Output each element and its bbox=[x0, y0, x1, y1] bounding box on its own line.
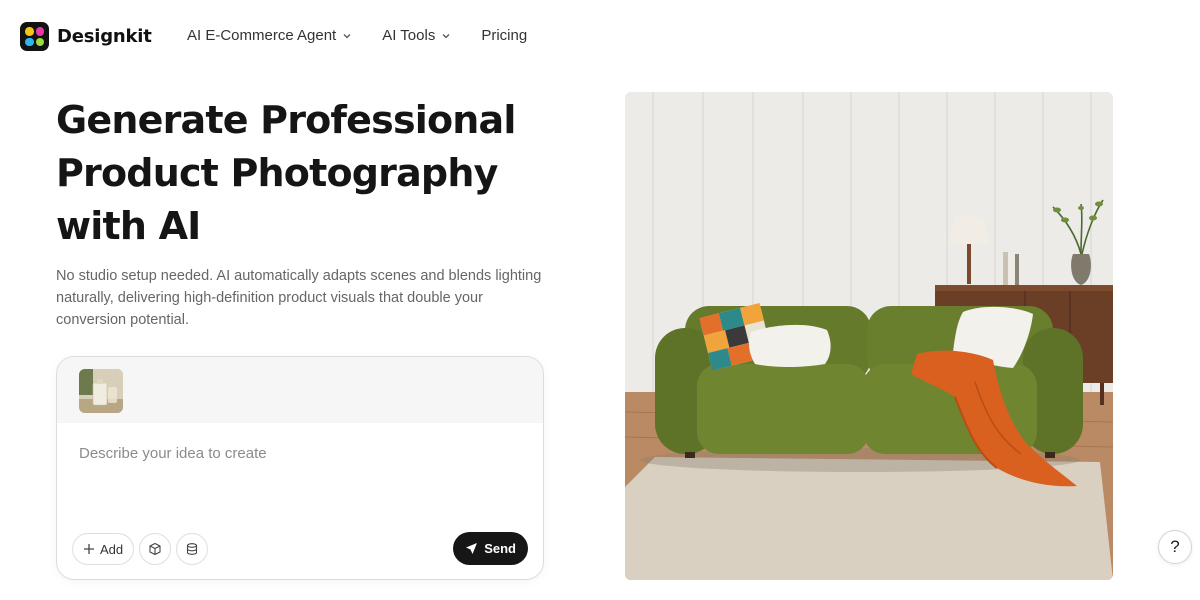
prompt-input[interactable] bbox=[79, 445, 519, 462]
send-icon bbox=[466, 543, 478, 554]
nav-label: AI Tools bbox=[382, 27, 436, 44]
product-thumbnail-image bbox=[79, 369, 123, 413]
attachment-area bbox=[57, 357, 543, 423]
3d-model-button[interactable] bbox=[139, 533, 172, 565]
layers-button[interactable] bbox=[176, 533, 209, 565]
brand-logo[interactable]: Designkit bbox=[20, 22, 152, 51]
hero-product-image bbox=[625, 92, 1113, 580]
help-label: ? bbox=[1170, 537, 1180, 556]
nav-label: AI E-Commerce Agent bbox=[187, 27, 337, 44]
title-line: Product Photography bbox=[56, 151, 498, 195]
logo-icon bbox=[20, 22, 49, 51]
chevron-down-icon bbox=[442, 33, 450, 38]
title-line: Generate Professional bbox=[56, 98, 516, 142]
title-line: with AI bbox=[56, 204, 201, 248]
prompt-toolbar: Add bbox=[72, 533, 209, 565]
help-button[interactable]: ? bbox=[1158, 530, 1192, 564]
send-button[interactable]: Send bbox=[453, 532, 528, 565]
nav-item-ai-tools[interactable]: AI Tools bbox=[382, 27, 451, 44]
hero-subtitle: No studio setup needed. AI automatically… bbox=[56, 268, 542, 328]
chevron-down-icon bbox=[343, 33, 351, 38]
prompt-card: Add Send bbox=[56, 356, 544, 580]
stack-icon bbox=[187, 543, 198, 555]
plus-icon bbox=[84, 544, 94, 554]
nav-item-pricing[interactable]: Pricing bbox=[481, 27, 527, 44]
page-title: Generate Professional Product Photograph… bbox=[56, 94, 576, 253]
cube-icon bbox=[149, 542, 161, 556]
main-nav: AI E-Commerce Agent AI Tools Pricing bbox=[187, 27, 527, 44]
brand-name: Designkit bbox=[57, 26, 152, 47]
add-label: Add bbox=[100, 541, 124, 557]
nav-item-ai-ecommerce-agent[interactable]: AI E-Commerce Agent bbox=[187, 27, 352, 44]
living-room-sofa-image bbox=[625, 92, 1113, 580]
send-label: Send bbox=[484, 541, 516, 556]
add-button[interactable]: Add bbox=[72, 533, 135, 565]
attached-image-thumbnail[interactable] bbox=[79, 369, 123, 413]
nav-label: Pricing bbox=[481, 27, 528, 44]
top-header: Designkit AI E-Commerce Agent AI Tools P… bbox=[0, 0, 1200, 74]
